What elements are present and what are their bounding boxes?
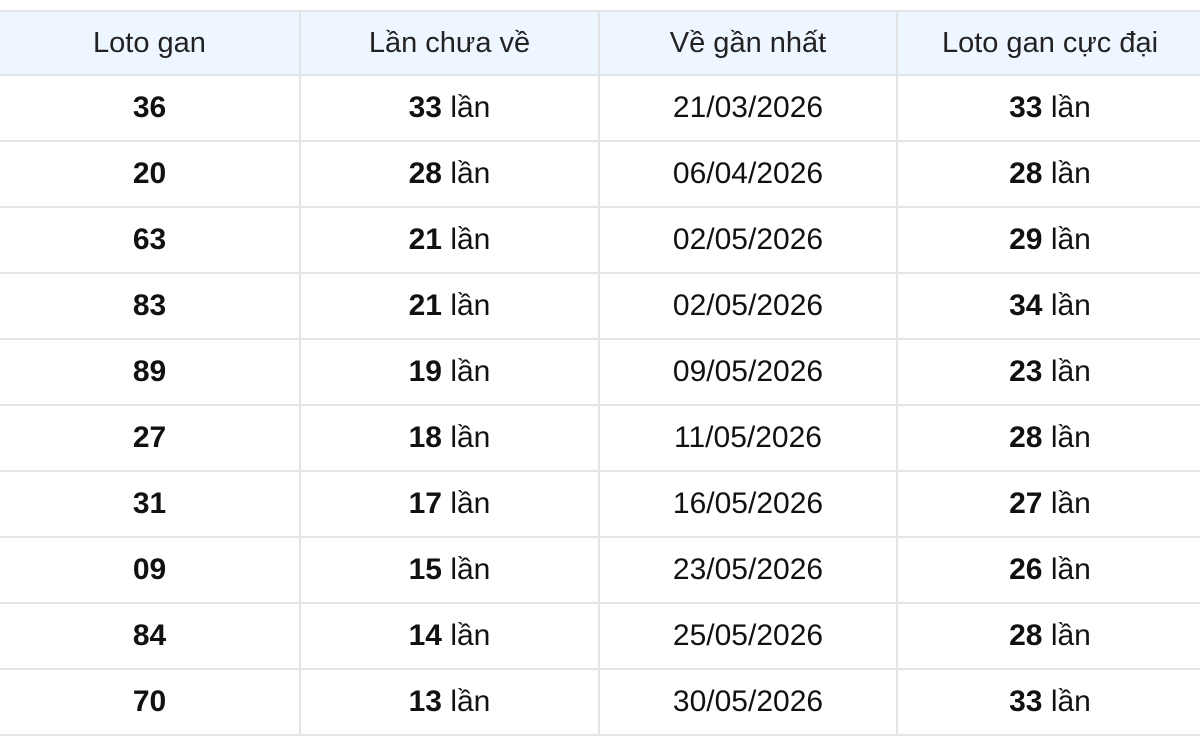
max-gan-cell: 33 lần [896, 668, 1200, 736]
table-row: 20 28 lần 06/04/2026 28 lần [0, 140, 1200, 208]
table-row: 27 18 lần 11/05/2026 28 lần [0, 404, 1200, 472]
misses-cell: 17 lần [299, 470, 600, 538]
misses-count: 17 [408, 487, 442, 520]
max-gan-cell: 34 lần [896, 272, 1200, 340]
last-seen-date-link[interactable]: 25/05/2026 [598, 602, 898, 670]
max-gan-cell: 26 lần [896, 536, 1200, 604]
misses-count: 14 [408, 619, 442, 652]
max-gan-count: 34 [1009, 289, 1043, 322]
loto-number-cell: 63 [0, 206, 301, 274]
col-header-loto-gan-cuc-dai: Loto gan cực đại [896, 10, 1200, 76]
max-gan-count: 23 [1009, 355, 1043, 388]
max-gan-count: 29 [1009, 223, 1043, 256]
last-seen-date-link[interactable]: 02/05/2026 [598, 272, 898, 340]
max-gan-unit: lần [1050, 223, 1091, 256]
table-row: 36 33 lần 21/03/2026 33 lần [0, 74, 1200, 142]
loto-number-cell: 36 [0, 74, 301, 142]
last-seen-date-link[interactable]: 23/05/2026 [598, 536, 898, 604]
max-gan-count: 33 [1009, 91, 1043, 124]
loto-number-cell: 27 [0, 404, 301, 472]
table-body: 36 33 lần 21/03/2026 33 lần 20 28 lần 06/04/20… [0, 74, 1200, 736]
misses-unit: lần [450, 487, 491, 520]
misses-cell: 33 lần [299, 74, 600, 142]
misses-count: 19 [408, 355, 442, 388]
misses-cell: 18 lần [299, 404, 600, 472]
table-row: 84 14 lần 25/05/2026 28 lần [0, 602, 1200, 670]
loto-number-cell: 84 [0, 602, 301, 670]
max-gan-cell: 28 lần [896, 602, 1200, 670]
misses-cell: 19 lần [299, 338, 600, 406]
misses-unit: lần [450, 157, 491, 190]
max-gan-unit: lần [1050, 421, 1091, 454]
misses-unit: lần [450, 223, 491, 256]
max-gan-cell: 27 lần [896, 470, 1200, 538]
max-gan-cell: 28 lần [896, 140, 1200, 208]
max-gan-count: 26 [1009, 553, 1043, 586]
max-gan-unit: lần [1050, 91, 1091, 124]
last-seen-date-link[interactable]: 02/05/2026 [598, 206, 898, 274]
misses-unit: lần [450, 685, 491, 718]
max-gan-unit: lần [1050, 487, 1091, 520]
last-seen-date-link[interactable]: 11/05/2026 [598, 404, 898, 472]
max-gan-unit: lần [1050, 355, 1091, 388]
loto-number-cell: 70 [0, 668, 301, 736]
misses-cell: 21 lần [299, 272, 600, 340]
table-row: 63 21 lần 02/05/2026 29 lần [0, 206, 1200, 274]
misses-count: 15 [408, 553, 442, 586]
loto-number-cell: 20 [0, 140, 301, 208]
misses-count: 28 [408, 157, 442, 190]
max-gan-unit: lần [1050, 289, 1091, 322]
misses-count: 21 [408, 289, 442, 322]
table-row: 83 21 lần 02/05/2026 34 lần [0, 272, 1200, 340]
table-row: 89 19 lần 09/05/2026 23 lần [0, 338, 1200, 406]
max-gan-cell: 28 lần [896, 404, 1200, 472]
col-header-ve-gan-nhat: Về gần nhất [598, 10, 898, 76]
max-gan-count: 27 [1009, 487, 1043, 520]
max-gan-count: 28 [1009, 619, 1043, 652]
misses-cell: 14 lần [299, 602, 600, 670]
misses-count: 21 [408, 223, 442, 256]
clipped-heading-fragment [0, 0, 1200, 10]
loto-number-cell: 89 [0, 338, 301, 406]
col-header-lan-chua-ve: Lần chưa về [299, 10, 600, 76]
misses-count: 13 [408, 685, 442, 718]
max-gan-unit: lần [1050, 157, 1091, 190]
max-gan-count: 28 [1009, 421, 1043, 454]
table-row: 31 17 lần 16/05/2026 27 lần [0, 470, 1200, 538]
table-header-row: Loto gan Lần chưa về Về gần nhất Loto ga… [0, 10, 1200, 76]
last-seen-date-link[interactable]: 16/05/2026 [598, 470, 898, 538]
col-header-loto-gan: Loto gan [0, 10, 301, 76]
last-seen-date-link[interactable]: 21/03/2026 [598, 74, 898, 142]
last-seen-date-link[interactable]: 06/04/2026 [598, 140, 898, 208]
misses-count: 18 [408, 421, 442, 454]
misses-unit: lần [450, 355, 491, 388]
max-gan-count: 33 [1009, 685, 1043, 718]
misses-cell: 21 lần [299, 206, 600, 274]
loto-number-cell: 83 [0, 272, 301, 340]
table-row: 70 13 lần 30/05/2026 33 lần [0, 668, 1200, 736]
last-seen-date-link[interactable]: 09/05/2026 [598, 338, 898, 406]
max-gan-count: 28 [1009, 157, 1043, 190]
max-gan-cell: 23 lần [896, 338, 1200, 406]
misses-unit: lần [450, 421, 491, 454]
loto-number-cell: 31 [0, 470, 301, 538]
misses-count: 33 [408, 91, 442, 124]
misses-unit: lần [450, 553, 491, 586]
max-gan-unit: lần [1050, 619, 1091, 652]
misses-unit: lần [450, 289, 491, 322]
max-gan-cell: 29 lần [896, 206, 1200, 274]
max-gan-cell: 33 lần [896, 74, 1200, 142]
table-row: 09 15 lần 23/05/2026 26 lần [0, 536, 1200, 604]
misses-cell: 15 lần [299, 536, 600, 604]
misses-unit: lần [450, 619, 491, 652]
loto-gan-table: Loto gan Lần chưa về Về gần nhất Loto ga… [0, 10, 1200, 736]
misses-cell: 13 lần [299, 668, 600, 736]
misses-cell: 28 lần [299, 140, 600, 208]
max-gan-unit: lần [1050, 685, 1091, 718]
misses-unit: lần [450, 91, 491, 124]
last-seen-date-link[interactable]: 30/05/2026 [598, 668, 898, 736]
max-gan-unit: lần [1050, 553, 1091, 586]
loto-number-cell: 09 [0, 536, 301, 604]
